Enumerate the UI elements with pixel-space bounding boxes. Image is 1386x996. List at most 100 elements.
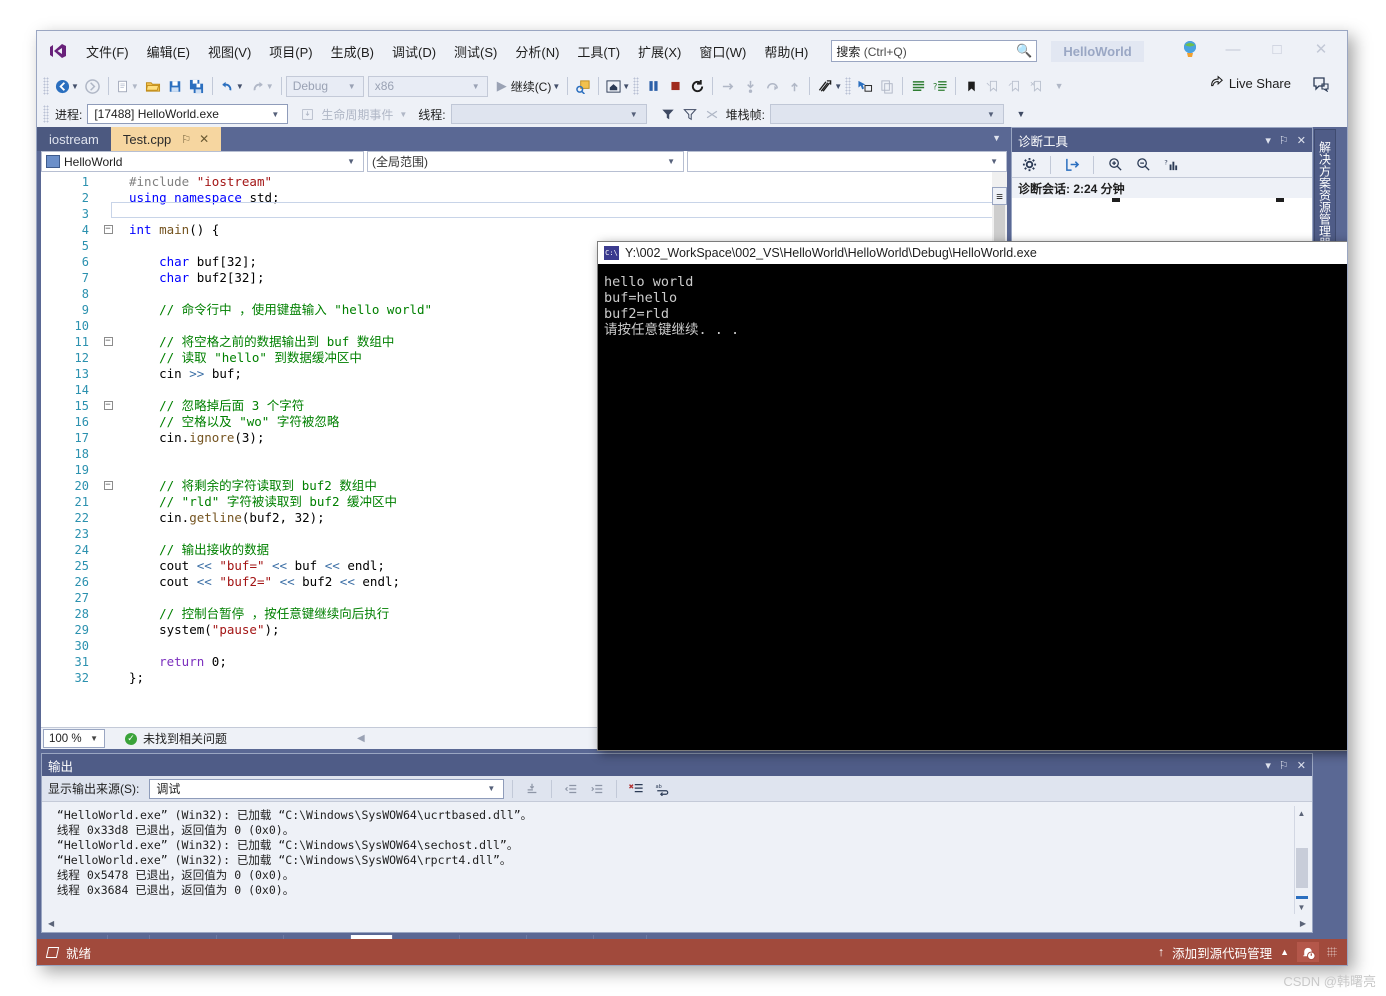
output-scroll-down-arrow[interactable]: ▼ (1295, 900, 1308, 914)
previous-bookmark-icon[interactable] (982, 74, 1004, 98)
menu-item-view[interactable]: 视图(V) (199, 38, 260, 65)
maximize-button[interactable]: □ (1255, 35, 1299, 63)
output-source-select[interactable]: 调试 ▼ (149, 778, 505, 799)
user-account-avatar[interactable] (1175, 35, 1205, 63)
next-bookmark-icon[interactable] (1004, 74, 1026, 98)
editor-tab-iostream[interactable]: iostream (37, 127, 111, 151)
undo-button[interactable]: ▼ (217, 74, 247, 98)
navbar-member-select[interactable]: ▼ (687, 151, 1007, 172)
flag-icon[interactable] (701, 102, 723, 126)
go-to-next-icon[interactable] (586, 779, 608, 799)
output-text-area[interactable]: “HelloWorld.exe” (Win32): 已加载 “C:\Window… (46, 806, 1308, 914)
step-into-button[interactable] (739, 74, 761, 98)
bookmark-icon[interactable] (960, 74, 982, 98)
close-tab-icon[interactable]: ✕ (199, 132, 209, 146)
copy-icon[interactable] (876, 74, 898, 98)
pin-tab-icon[interactable]: ⚐ (181, 133, 191, 146)
fold-toggle-icon[interactable]: − (101, 478, 115, 494)
stop-debugging-button[interactable] (664, 74, 686, 98)
status-caret-icon[interactable]: ▲ (1280, 947, 1289, 957)
stackframe-select[interactable]: ▼ (769, 104, 1004, 124)
new-item-button[interactable]: ▼ (113, 74, 142, 98)
debug-toolbar-grip[interactable] (43, 105, 49, 123)
output-pin-icon[interactable]: ⚐ (1279, 759, 1289, 772)
resize-grip[interactable] (1327, 947, 1337, 957)
diagnostics-pin-icon[interactable]: ⚐ (1279, 134, 1289, 147)
status-up-arrow-icon[interactable]: ↑ (1158, 945, 1164, 959)
add-to-source-control-label[interactable]: 添加到源代码管理 (1172, 943, 1272, 962)
navbar-scope-select[interactable]: (全局范围) ▼ (367, 151, 684, 172)
menu-item-extensions[interactable]: 扩展(X) (629, 38, 690, 65)
minimize-button[interactable]: — (1211, 35, 1255, 63)
navigate-forward-button[interactable] (82, 74, 104, 98)
menu-item-debug[interactable]: 调试(D) (383, 38, 445, 65)
find-message-icon[interactable] (521, 779, 543, 799)
show-next-statement-button[interactable] (717, 74, 739, 98)
clear-all-icon[interactable] (625, 779, 647, 799)
step-over-button[interactable] (761, 74, 783, 98)
save-all-button[interactable] (186, 74, 208, 98)
chart-icon[interactable]: ? (1160, 155, 1182, 175)
clear-bookmarks-icon[interactable] (1026, 74, 1048, 98)
menu-item-window[interactable]: 窗口(W) (690, 38, 755, 65)
output-scroll-right-arrow[interactable]: ▶ (1300, 919, 1306, 928)
menu-item-project[interactable]: 项目(P) (260, 38, 321, 65)
toolbar-overflow-button[interactable]: ▼ (1048, 74, 1070, 98)
diagnostics-close-icon[interactable]: ✕ (1297, 134, 1306, 147)
debug-toolbar-overflow[interactable]: ▼ (1010, 102, 1032, 126)
menu-item-edit[interactable]: 编辑(E) (138, 38, 199, 65)
build-platform-select[interactable]: x86 ▼ (367, 75, 488, 97)
gear-icon[interactable] (1018, 155, 1040, 175)
output-dropdown-icon[interactable]: ▾ (1265, 759, 1271, 772)
save-button[interactable] (164, 74, 186, 98)
toggle-word-wrap-icon[interactable]: ab (651, 779, 673, 799)
hot-reload-icon[interactable]: ▼ (814, 74, 845, 98)
code-line[interactable]: 1 #include "iostream" (41, 174, 1007, 190)
build-configuration-select[interactable]: Debug ▼ (285, 75, 364, 97)
output-vertical-scrollbar[interactable]: ▲ ▼ (1294, 806, 1308, 914)
process-select[interactable]: [17488] HelloWorld.exe ▼ (87, 104, 289, 124)
menu-item-test[interactable]: 测试(S) (445, 38, 506, 65)
editor-zoom-select[interactable]: 100 % ▼ (43, 729, 105, 748)
tab-list-dropdown-icon[interactable]: ▼ (992, 133, 1001, 143)
code-text[interactable]: #include "iostream" (129, 174, 1007, 190)
comment-selection-icon[interactable] (907, 74, 929, 98)
menu-item-analyze[interactable]: 分析(N) (506, 38, 568, 65)
attach-to-process-button[interactable] (572, 74, 594, 98)
step-out-button[interactable] (783, 74, 805, 98)
close-button[interactable]: ✕ (1299, 35, 1343, 63)
restart-button[interactable] (686, 74, 708, 98)
output-scroll-up-arrow[interactable]: ▲ (1295, 806, 1308, 820)
zoom-out-icon[interactable] (1132, 155, 1154, 175)
output-scroll-left-arrow[interactable]: ◀ (48, 919, 54, 928)
continue-button[interactable]: ▶ 继续(C) ▼ (494, 74, 564, 98)
output-horizontal-scrollbar[interactable]: ◀ ▶ (46, 916, 1308, 930)
editor-split-handle[interactable]: ≡ (992, 187, 1007, 205)
bell-icon[interactable] (1297, 942, 1319, 962)
toolbar-grip-3[interactable] (845, 77, 852, 95)
menu-item-tools[interactable]: 工具(T) (568, 38, 629, 65)
editor-tab-test-cpp[interactable]: Test.cpp ⚐ ✕ (110, 127, 222, 151)
console-window[interactable]: C:\ Y:\002_WorkSpace\002_VS\HelloWorld\H… (597, 241, 1347, 751)
pointer-icon[interactable] (854, 74, 876, 98)
redo-button[interactable]: ▼ (247, 74, 277, 98)
live-share-button[interactable]: Live Share (1209, 75, 1291, 91)
open-file-button[interactable] (142, 74, 164, 98)
diagnostics-dropdown-icon[interactable]: ▾ (1265, 134, 1271, 147)
filter-down-icon[interactable] (679, 102, 701, 126)
lifecycle-events-button[interactable] (296, 102, 318, 126)
filter-icon[interactable] (657, 102, 679, 126)
go-to-previous-icon[interactable] (560, 779, 582, 799)
thread-select[interactable]: ▼ (450, 104, 647, 124)
export-icon[interactable] (1061, 155, 1083, 175)
navbar-project-select[interactable]: HelloWorld ▼ (41, 151, 364, 172)
output-scrollbar-thumb[interactable] (1296, 848, 1308, 888)
fold-toggle-icon[interactable]: − (101, 222, 115, 238)
search-input[interactable]: 搜索 (Ctrl+Q) 🔍 (831, 40, 1038, 62)
menu-item-build[interactable]: 生成(B) (322, 38, 383, 65)
fold-toggle-icon[interactable]: − (101, 398, 115, 414)
toolbar-grip-2[interactable] (633, 77, 640, 95)
uncomment-selection-icon[interactable]: ? (929, 74, 951, 98)
pause-button[interactable] (642, 74, 664, 98)
zoom-in-icon[interactable] (1104, 155, 1126, 175)
